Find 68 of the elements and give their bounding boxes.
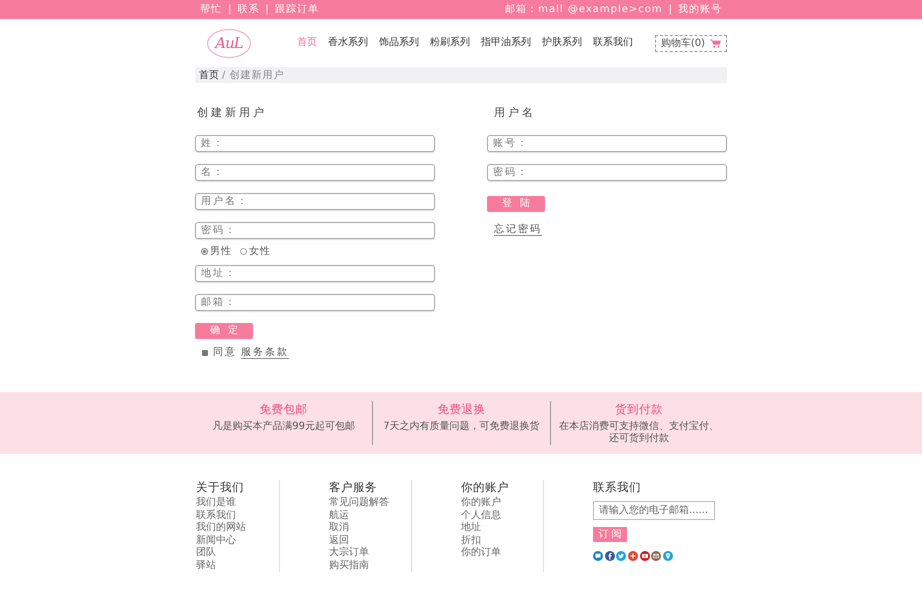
- footer-link[interactable]: 驿站: [196, 560, 216, 572]
- email-field[interactable]: 请输入您的电子邮箱......: [593, 501, 715, 520]
- plus-icon[interactable]: [628, 551, 638, 561]
- footer-link[interactable]: 航运: [329, 510, 349, 522]
- link-divider: |: [228, 3, 232, 16]
- feature-text: 凡是购买本产品满99元起可包邮: [212, 421, 356, 433]
- footer-link[interactable]: 我们是谁: [196, 497, 236, 510]
- input-field[interactable]: 账号：: [487, 135, 727, 152]
- form-title: 创建新用户: [196, 105, 267, 121]
- mail-icon[interactable]: [651, 551, 662, 561]
- nav-link[interactable]: 粉刷系列: [430, 36, 470, 50]
- footer-link[interactable]: 你的订单: [461, 547, 501, 560]
- footer-link[interactable]: 常见问题解答: [329, 497, 389, 510]
- cart-icon: [710, 38, 721, 48]
- input-field[interactable]: 地址：: [195, 265, 435, 282]
- footer-link[interactable]: 我们的网站: [196, 522, 246, 534]
- footer-link[interactable]: 取消: [329, 522, 349, 534]
- breadcrumb-link[interactable]: 首页: [199, 68, 219, 82]
- footer-link[interactable]: 返回: [329, 534, 349, 547]
- cart-button[interactable]: 购物车(0): [654, 34, 727, 52]
- footer-heading: 联系我们: [593, 480, 641, 494]
- footer-link[interactable]: 购买指南: [329, 560, 369, 572]
- footer-link[interactable]: 团队: [196, 547, 216, 560]
- nav-link[interactable]: 饰品系列: [379, 36, 419, 50]
- feature-text: 7天之内有质量问题，可免费退换货: [383, 421, 540, 433]
- feature-title: 免费退换: [437, 401, 486, 417]
- footer-link[interactable]: 联系我们: [196, 510, 236, 522]
- checkbox[interactable]: [202, 350, 208, 356]
- input-field[interactable]: 密码：: [487, 164, 727, 181]
- nav-link[interactable]: 护肤系列: [542, 36, 582, 50]
- agree-label: 同意: [213, 347, 237, 359]
- footer-heading: 客户服务: [329, 480, 377, 494]
- input-field[interactable]: 用户名：: [195, 193, 435, 210]
- input-field[interactable]: 邮箱：: [195, 294, 435, 311]
- nav-link[interactable]: 香水系列: [328, 36, 368, 50]
- nav-link[interactable]: 指甲油系列: [481, 36, 531, 50]
- feature-title: 货到付款: [614, 401, 663, 417]
- terms-link[interactable]: 服务条款: [241, 347, 289, 359]
- footer-heading: 关于我们: [196, 480, 244, 494]
- location-pin-icon[interactable]: [663, 551, 674, 561]
- logo[interactable]: AuL: [207, 28, 251, 58]
- footer-link[interactable]: 你的账户: [461, 497, 501, 510]
- input-field[interactable]: 名：: [195, 164, 435, 181]
- radio-label: 男性: [210, 244, 232, 258]
- breadcrumb-divider: /: [222, 68, 226, 82]
- bird-icon[interactable]: [616, 551, 626, 561]
- footer-link[interactable]: 新闻中心: [196, 534, 236, 547]
- footer-link[interactable]: 个人信息: [461, 510, 501, 522]
- radio-button[interactable]: [240, 248, 247, 254]
- nav-link[interactable]: 联系我们: [593, 36, 633, 50]
- footer-link[interactable]: 地址: [461, 522, 481, 534]
- forgot-password-link[interactable]: 忘记密码: [494, 224, 542, 236]
- facebook-icon[interactable]: [604, 551, 615, 561]
- breadcrumb-current: 创建新用户: [229, 68, 284, 82]
- chat-bubble-icon[interactable]: [593, 551, 603, 561]
- footer-link[interactable]: 大宗订单: [329, 547, 369, 560]
- feature-title: 免费包邮: [260, 401, 308, 417]
- radio-label: 女性: [249, 244, 271, 258]
- feature-text: 在本店消费可支持微信、支付宝付、还可货到付款: [558, 421, 719, 445]
- footer-link[interactable]: 折扣: [461, 534, 481, 547]
- input-field[interactable]: 姓：: [195, 135, 435, 152]
- link-divider: |: [265, 3, 269, 16]
- play-button-icon[interactable]: [640, 551, 650, 561]
- radio-button[interactable]: [201, 248, 208, 254]
- form-title: 用户名: [493, 105, 536, 121]
- link-divider: |: [668, 3, 672, 16]
- footer-heading: 你的账户: [461, 480, 509, 494]
- input-field[interactable]: 密码：: [195, 222, 435, 239]
